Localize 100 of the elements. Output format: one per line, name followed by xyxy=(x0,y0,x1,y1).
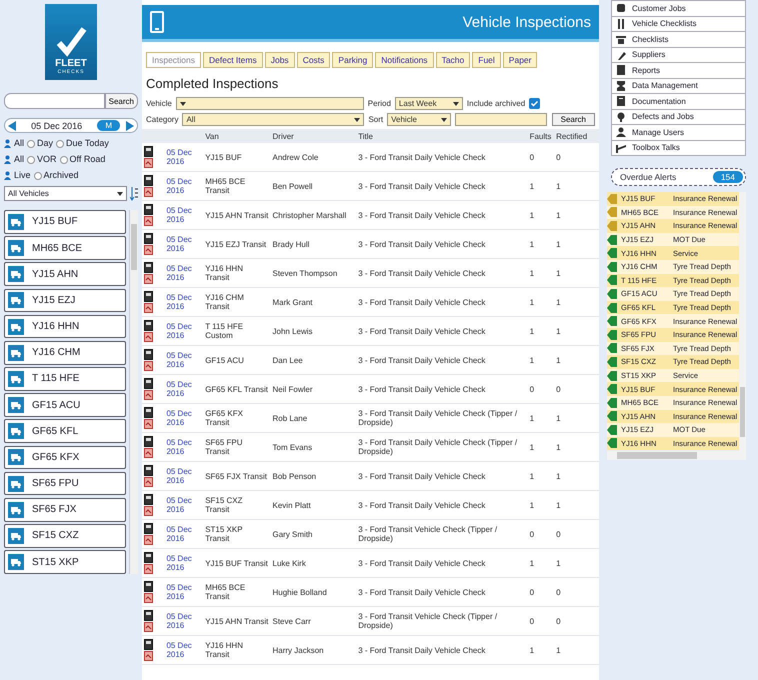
date-link[interactable]: 05 Dec 2016 xyxy=(164,462,204,490)
vehicle-item[interactable]: GF65 KFL xyxy=(4,419,126,444)
pdf-icon[interactable] xyxy=(144,622,153,632)
menu-item[interactable]: Checklists xyxy=(611,32,746,48)
search-field[interactable] xyxy=(4,93,105,109)
tab[interactable]: Defect Items xyxy=(203,52,263,68)
pdf-icon[interactable] xyxy=(144,390,153,400)
document-icon[interactable] xyxy=(144,436,153,447)
date-link[interactable]: 05 Dec 2016 xyxy=(164,172,204,200)
date-link[interactable]: 05 Dec 2016 xyxy=(164,548,204,578)
menu-item[interactable]: Toolbox Talks xyxy=(611,140,746,156)
date-link[interactable]: 05 Dec 2016 xyxy=(164,230,204,258)
document-icon[interactable] xyxy=(144,465,153,476)
pdf-icon[interactable] xyxy=(144,303,153,313)
date-link[interactable]: 05 Dec 2016 xyxy=(164,200,204,230)
menu-item[interactable]: Documentation xyxy=(611,94,746,110)
pdf-icon[interactable] xyxy=(144,361,153,371)
pdf-icon[interactable] xyxy=(144,477,153,487)
date-link[interactable]: 05 Dec 2016 xyxy=(164,636,204,664)
pdf-icon[interactable] xyxy=(144,274,153,284)
vehicle-item[interactable]: YJ16 CHM xyxy=(4,340,126,365)
document-icon[interactable] xyxy=(144,349,153,360)
vehicle-item[interactable]: SF65 FPU xyxy=(4,472,126,496)
pdf-icon[interactable] xyxy=(144,216,153,226)
vehicle-item[interactable]: YJ16 HHN xyxy=(4,314,126,338)
menu-item[interactable]: Customer Jobs xyxy=(611,0,746,16)
radio-button[interactable] xyxy=(56,140,64,148)
document-icon[interactable] xyxy=(144,407,153,418)
pdf-icon[interactable] xyxy=(144,158,153,168)
scrollbar[interactable] xyxy=(607,451,746,460)
view-toggle[interactable]: M xyxy=(97,120,120,131)
document-icon[interactable] xyxy=(144,523,153,534)
vehicle-item[interactable]: MH65 BCE xyxy=(4,236,126,260)
pdf-icon[interactable] xyxy=(144,535,153,545)
tab[interactable]: Jobs xyxy=(264,52,295,68)
date-link[interactable]: 05 Dec 2016 xyxy=(164,432,204,462)
search-button[interactable]: Search xyxy=(104,93,138,109)
document-icon[interactable] xyxy=(144,233,153,244)
document-icon[interactable] xyxy=(144,581,153,592)
document-icon[interactable] xyxy=(144,291,153,302)
document-icon[interactable] xyxy=(144,175,153,186)
menu-item[interactable]: Vehicle Checklists xyxy=(611,16,746,32)
vehicle-item[interactable]: T 115 HFE xyxy=(4,367,126,391)
archived-checkbox[interactable] xyxy=(529,98,540,109)
radio-button[interactable] xyxy=(34,172,42,180)
document-icon[interactable] xyxy=(144,639,153,650)
date-link[interactable]: 05 Dec 2016 xyxy=(164,520,204,548)
date-link[interactable]: 05 Dec 2016 xyxy=(164,578,204,606)
document-icon[interactable] xyxy=(144,552,153,563)
vehicle-item[interactable]: YJ15 EZJ xyxy=(4,288,126,312)
vehicle-dropdown[interactable] xyxy=(176,97,364,110)
vehicle-item[interactable]: YJ15 AHN xyxy=(4,262,126,286)
period-dropdown[interactable]: Last Week xyxy=(394,97,463,110)
pdf-icon[interactable] xyxy=(144,593,153,603)
scrollbar[interactable] xyxy=(129,210,138,574)
menu-item[interactable]: Manage Users xyxy=(611,125,746,140)
document-icon[interactable] xyxy=(144,494,153,505)
vehicle-item[interactable]: YJ15 BUF xyxy=(4,210,126,234)
pdf-icon[interactable] xyxy=(144,187,153,197)
next-icon[interactable] xyxy=(126,120,134,130)
pdf-icon[interactable] xyxy=(144,506,153,516)
tab[interactable]: Paper xyxy=(502,52,538,68)
alerts-button[interactable]: Overdue Alerts 154 xyxy=(611,168,746,186)
date-link[interactable]: 05 Dec 2016 xyxy=(164,374,204,404)
menu-item[interactable]: Data Management xyxy=(611,78,746,94)
search-button[interactable]: Search xyxy=(552,113,595,126)
vehicle-item[interactable]: ST15 XKP xyxy=(4,550,126,574)
scrollbar[interactable] xyxy=(739,192,746,451)
document-icon[interactable] xyxy=(144,204,153,215)
tab[interactable]: Tacho xyxy=(436,52,470,68)
date-link[interactable]: 05 Dec 2016 xyxy=(164,143,204,172)
date-link[interactable]: 05 Dec 2016 xyxy=(164,288,204,316)
pdf-icon[interactable] xyxy=(144,448,153,458)
vehicle-item[interactable]: GF65 KFX xyxy=(4,446,126,470)
vehicle-item[interactable]: SF15 CXZ xyxy=(4,524,126,548)
pdf-icon[interactable] xyxy=(144,419,153,429)
menu-item[interactable]: Defects and Jobs xyxy=(611,110,746,125)
date-link[interactable]: 05 Dec 2016 xyxy=(164,346,204,374)
pdf-icon[interactable] xyxy=(144,651,153,661)
vehicle-dropdown[interactable]: All Vehicles xyxy=(4,186,127,201)
pdf-icon[interactable] xyxy=(144,332,153,342)
sort-icon[interactable] xyxy=(130,186,138,200)
vehicle-item[interactable]: GF15 ACU xyxy=(4,393,126,417)
tab[interactable]: Notifications xyxy=(375,52,434,68)
radio-button[interactable] xyxy=(27,140,36,148)
search-field[interactable] xyxy=(455,113,548,126)
pdf-icon[interactable] xyxy=(144,564,153,574)
vehicle-item[interactable]: SF65 FJX xyxy=(4,498,126,522)
menu-item[interactable]: Suppliers xyxy=(611,48,746,63)
document-icon[interactable] xyxy=(144,262,153,273)
tab[interactable]: Fuel xyxy=(472,52,501,68)
pdf-icon[interactable] xyxy=(144,245,153,255)
date-link[interactable]: 05 Dec 2016 xyxy=(164,606,204,636)
category-dropdown[interactable]: All xyxy=(182,113,364,126)
tab[interactable]: Costs xyxy=(296,52,330,68)
tab[interactable]: Parking xyxy=(332,52,374,68)
date-link[interactable]: 05 Dec 2016 xyxy=(164,490,204,520)
menu-item[interactable]: Reports xyxy=(611,63,746,78)
document-icon[interactable] xyxy=(144,146,153,157)
date-link[interactable]: 05 Dec 2016 xyxy=(164,404,204,432)
